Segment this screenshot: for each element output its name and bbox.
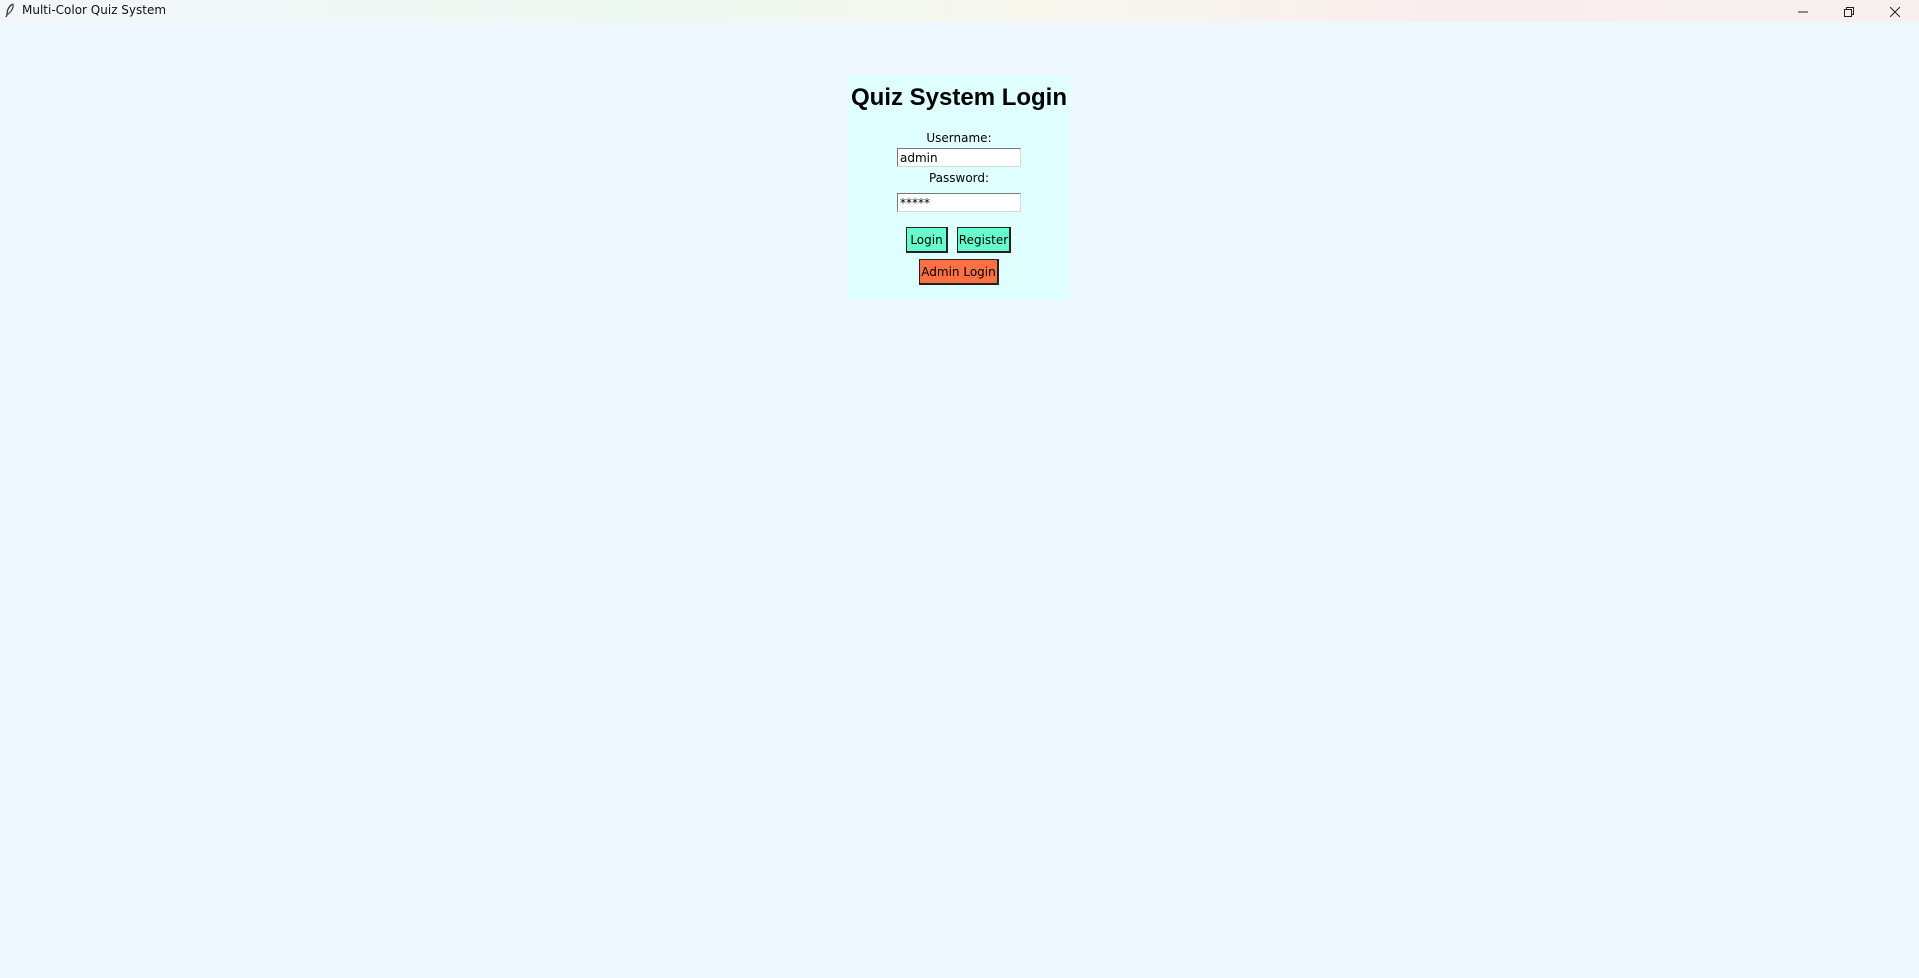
close-button[interactable] [1872, 0, 1918, 22]
close-icon [1889, 2, 1901, 21]
username-label: Username: [926, 131, 992, 145]
register-button[interactable]: Register [957, 227, 1011, 253]
window-title: Multi-Color Quiz System [22, 3, 167, 17]
admin-login-button[interactable]: Admin Login [919, 259, 999, 285]
password-input[interactable] [897, 193, 1021, 212]
restore-icon [1844, 2, 1854, 21]
username-input[interactable] [897, 148, 1021, 167]
minimize-button[interactable] [1780, 0, 1826, 22]
login-button[interactable]: Login [906, 227, 948, 253]
password-label: Password: [928, 171, 990, 185]
login-title: Quiz System Login [850, 84, 1068, 111]
restore-button[interactable] [1826, 0, 1872, 22]
window-titlebar[interactable]: Multi-Color Quiz System [0, 0, 1919, 22]
feather-icon [5, 3, 15, 18]
login-panel: Quiz System Login Username: Password: Lo… [848, 76, 1070, 300]
minimize-icon [1798, 2, 1808, 21]
